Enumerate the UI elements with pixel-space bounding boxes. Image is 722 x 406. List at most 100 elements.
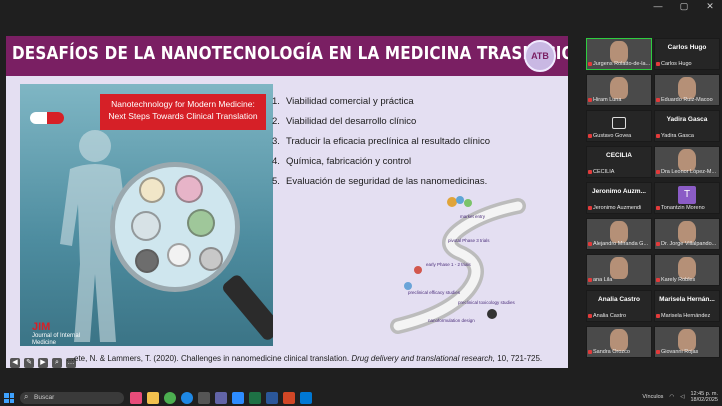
participant-tile[interactable]: Jurgens Rolatto-de-la... xyxy=(586,38,652,70)
journal-cover-image: Nanotechnology for Modern Medicine: Next… xyxy=(20,84,273,346)
muted-mic-icon xyxy=(656,242,660,246)
participant-tile[interactable]: Gustavo Govea xyxy=(586,110,652,142)
participant-name-label: Eduardo Ruiz-Macoo xyxy=(661,97,713,103)
challenges-list: 1. Viabilidad comercial y práctica 2. Viab… xyxy=(272,92,552,192)
zoom-app-icon[interactable] xyxy=(232,392,244,404)
participant-video xyxy=(610,221,628,243)
diagram-label-market: market entry xyxy=(460,214,486,219)
file-explorer-icon[interactable] xyxy=(147,392,159,404)
participant-name-label: CECILIA xyxy=(593,169,615,175)
participant-name-label: Tonantzin Moreno xyxy=(661,205,705,211)
zoom-icon[interactable]: ⌕ xyxy=(52,358,62,368)
participant-display-name: CECILIA xyxy=(606,152,632,159)
participant-tile[interactable]: Jeronimo Auzm... Jeronimo Auzmendi xyxy=(586,182,652,214)
muted-mic-icon xyxy=(656,314,660,318)
participant-tile[interactable]: Yadira Gasca Yadira Gasca xyxy=(654,110,720,142)
participant-name-label: Carlos Hugo xyxy=(661,61,692,67)
participant-tile[interactable]: Eduardo Ruiz-Macoo xyxy=(654,74,720,106)
word-icon[interactable] xyxy=(266,392,278,404)
muted-mic-icon xyxy=(656,170,660,174)
previous-slide-icon[interactable]: ◀ xyxy=(10,358,20,368)
list-item: 1. Viabilidad comercial y práctica xyxy=(272,96,414,107)
participant-name-label: Dra Leonor López-M... xyxy=(661,169,717,175)
minimize-button[interactable]: — xyxy=(652,1,664,12)
maximize-button[interactable]: ▢ xyxy=(678,1,690,12)
powerpoint-icon[interactable] xyxy=(283,392,295,404)
pill-icon xyxy=(30,112,64,124)
muted-mic-icon xyxy=(656,98,660,102)
participant-name-label: ana Lila xyxy=(593,277,613,283)
participant-video xyxy=(610,41,628,63)
windows-start-icon[interactable] xyxy=(4,393,14,403)
muted-mic-icon xyxy=(588,206,592,210)
close-button[interactable]: ✕ xyxy=(704,1,716,12)
presentation-slide: DESAFÍOS DE LA NANOTECNOLOGÍA EN LA MEDI… xyxy=(6,36,568,368)
participant-name-label: Alejandro Miranda G... xyxy=(593,241,649,247)
diagram-label-phase1: early Phase 1 - 2 trials xyxy=(426,262,472,267)
magnifier-handle xyxy=(220,272,273,343)
chrome-icon[interactable] xyxy=(164,392,176,404)
participant-video xyxy=(610,77,628,99)
participant-tile[interactable]: Analia Castro Analia Castro xyxy=(586,290,652,322)
participant-tile[interactable]: T Tonantzin Moreno xyxy=(654,182,720,214)
participant-video xyxy=(678,329,696,351)
participant-name-label: Dr. Jorge Villalpando... xyxy=(661,241,717,247)
participant-name-label: Marisela Hernández xyxy=(661,313,711,319)
muted-mic-icon xyxy=(588,278,592,282)
participant-tile[interactable]: Karely Robles xyxy=(654,254,720,286)
participant-tile[interactable]: ana Lila xyxy=(586,254,652,286)
taskbar-clock[interactable]: 12:45 p. m. 18/02/2025 xyxy=(690,391,718,403)
list-item: 3. Traducir la eficacia preclínica al res… xyxy=(272,136,490,147)
participant-video xyxy=(678,149,696,171)
system-tray: Vínculos ◠ ◁ 12:45 p. m. 18/02/2025 xyxy=(642,391,718,403)
muted-mic-icon xyxy=(588,242,592,246)
participant-tile[interactable]: Dr. Jorge Villalpando... xyxy=(654,218,720,250)
institution-logo: ATB xyxy=(524,40,556,72)
journal-name: Journal of Internal Medicine xyxy=(32,333,81,346)
participant-name-label: Giovanni Rojas xyxy=(661,349,699,355)
participant-tile[interactable]: CECILIA CECILIA xyxy=(586,146,652,178)
tray-text[interactable]: Vínculos xyxy=(642,394,663,400)
participant-display-name: Marisela Hernán... xyxy=(659,296,715,303)
participant-name-label: Jeronimo Auzmendi xyxy=(593,205,642,211)
participant-tile[interactable]: Carlos Hugo Carlos Hugo xyxy=(654,38,720,70)
participant-tile[interactable]: Giovanni Rojas xyxy=(654,326,720,358)
windows-taskbar: Buscar Vínculos ◠ ◁ 12:45 p. m. 18/02/20… xyxy=(0,390,722,406)
participant-display-name: Carlos Hugo xyxy=(667,44,707,51)
mail-icon[interactable] xyxy=(300,392,312,404)
participant-display-name: Jeronimo Auzm... xyxy=(592,188,646,195)
participant-video xyxy=(610,257,628,279)
pen-icon[interactable]: ✎ xyxy=(24,358,34,368)
teams-icon[interactable] xyxy=(215,392,227,404)
journal-logo: JIM Journal of Internal Medicine xyxy=(32,321,82,347)
widgets-icon[interactable] xyxy=(130,392,142,404)
participant-tile[interactable]: Hiram Luna xyxy=(586,74,652,106)
shared-screen-area: DESAFÍOS DE LA NANOTECNOLOGÍA EN LA MEDI… xyxy=(0,16,584,390)
muted-mic-icon xyxy=(656,62,660,66)
participant-display-name: Analia Castro xyxy=(598,296,640,303)
slide-title: DESAFÍOS DE LA NANOTECNOLOGÍA EN LA MEDI… xyxy=(12,44,568,64)
muted-mic-icon xyxy=(588,62,592,66)
muted-mic-icon xyxy=(588,98,592,102)
diagram-label-toxicology: preclinical toxicology studies xyxy=(458,300,516,305)
participant-name-label: Gustavo Govea xyxy=(593,133,632,139)
volume-icon[interactable]: ◁ xyxy=(680,394,684,400)
participant-tile[interactable]: Marisela Hernán... Marisela Hernández xyxy=(654,290,720,322)
list-item: 5. Evaluación de seguridad de las nanomed… xyxy=(272,176,488,187)
participant-video xyxy=(678,257,696,279)
excel-icon[interactable] xyxy=(249,392,261,404)
participant-tile[interactable]: Dra Leonor López-M... xyxy=(654,146,720,178)
diagram-label-phase3: pivotal Phase 3 trials xyxy=(448,238,490,243)
taskbar-search-input[interactable]: Buscar xyxy=(20,391,124,404)
edge-icon[interactable] xyxy=(181,392,193,404)
list-item: 4. Química, fabricación y control xyxy=(272,156,412,167)
participant-tile[interactable]: Alejandro Miranda G... xyxy=(586,218,652,250)
next-slide-icon[interactable]: ▶ xyxy=(38,358,48,368)
participant-tile[interactable]: Sandra Orozco xyxy=(586,326,652,358)
journal-mark: JIM xyxy=(32,321,51,333)
store-icon[interactable] xyxy=(198,392,210,404)
participant-display-name: Yadira Gasca xyxy=(666,116,708,123)
wifi-icon[interactable]: ◠ xyxy=(669,394,674,400)
avatar: T xyxy=(678,186,696,204)
clock-date: 18/02/2025 xyxy=(690,397,718,403)
